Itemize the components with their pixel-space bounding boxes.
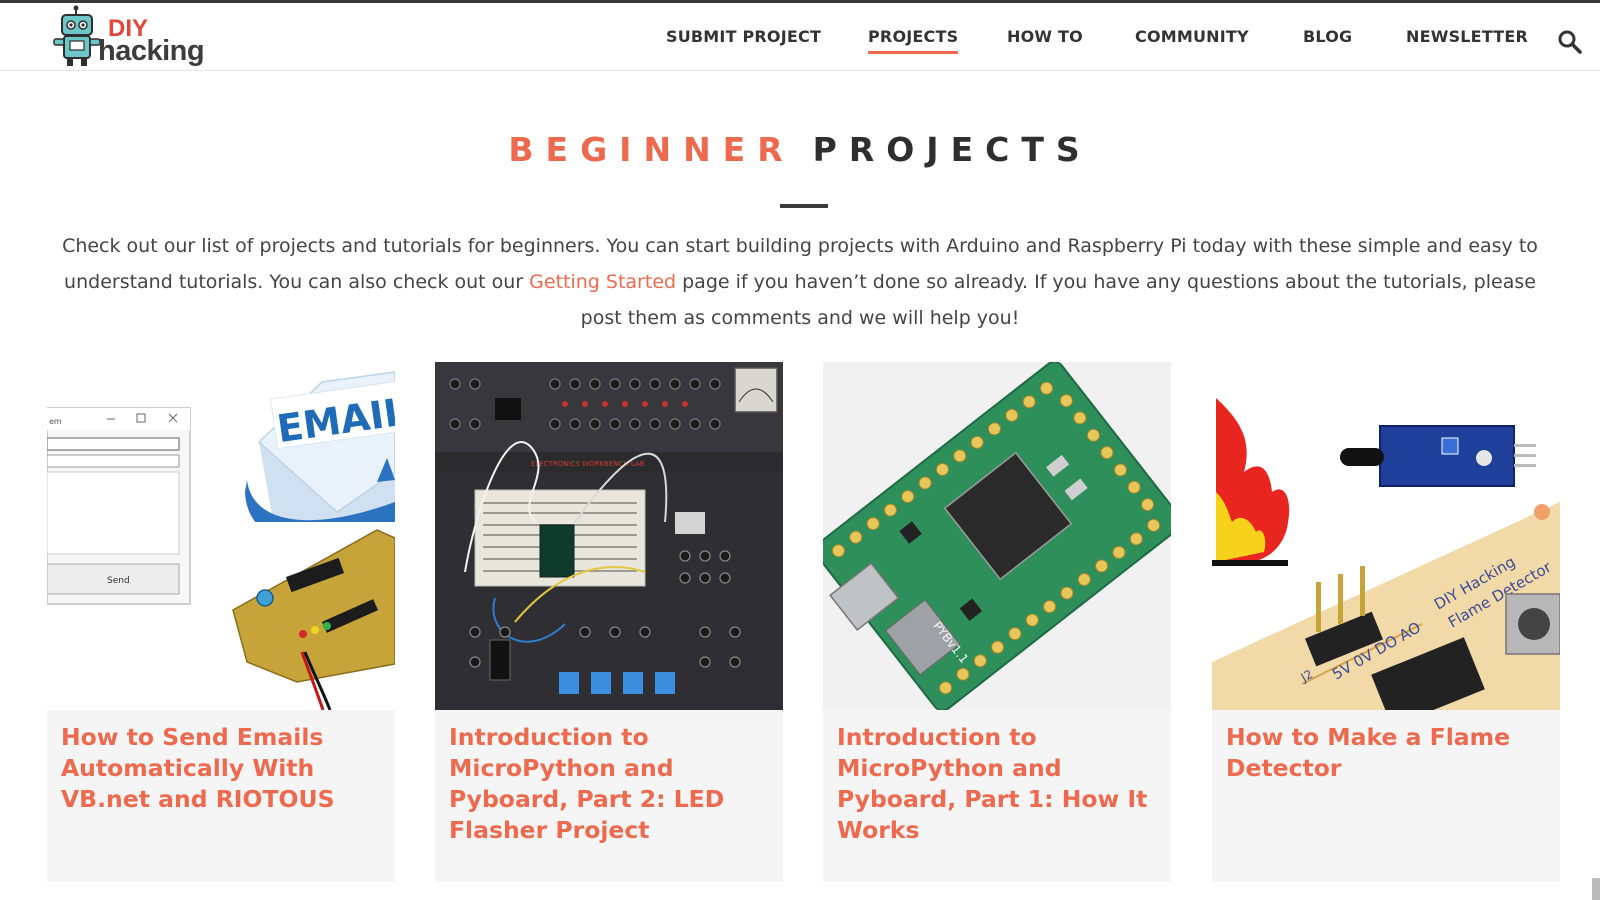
page-title: BEGINNER PROJECTS [0,130,1600,169]
page-title-main: PROJECTS [812,130,1092,169]
nav-item-how-to[interactable]: HOW TO [1007,27,1083,46]
card-thumbnail-flame-detector[interactable]: DIY Hacking Flame Detector 5V 0V DO AO J… [1212,362,1560,710]
pyboard-photo: PYBv1.1 [823,362,1171,710]
dialog-send-text: Send [107,576,130,586]
intro-text-after: page if you haven’t done so already. If … [580,271,1536,329]
card-thumbnail-email[interactable]: em Send EMAIL [47,362,395,710]
dialog-title: em [49,417,62,426]
email-illustration: em Send EMAIL [47,362,395,710]
card-title[interactable]: How to Make a Flame Detector [1226,722,1546,784]
scrollbar-thumb[interactable] [1592,878,1600,900]
nav-item-community[interactable]: COMMUNITY [1135,27,1249,46]
site-header: DIY hacking SUBMIT PROJECT PROJECTS HOW … [0,3,1600,71]
project-card-led-flasher[interactable]: ELECTRONICS WORKBENCH LAB Introduction t… [435,362,783,882]
project-card-flame-detector[interactable]: DIY Hacking Flame Detector 5V 0V DO AO J… [1212,362,1560,882]
project-card-pyboard-how-it-works[interactable]: PYBv1.1 Introduction to MicroPython and … [823,362,1171,882]
project-card-send-emails[interactable]: em Send EMAIL How to Send Emails Automat… [47,362,395,882]
nav-item-submit-project[interactable]: SUBMIT PROJECT [666,27,821,46]
lab-panel-photo: ELECTRONICS WORKBENCH LAB [435,362,783,710]
nav-item-projects[interactable]: PROJECTS [868,27,959,54]
site-logo[interactable]: DIY hacking [52,5,212,71]
logo-text-hacking: hacking [98,35,205,67]
nav-item-blog[interactable]: BLOG [1303,27,1352,46]
search-icon[interactable] [1557,29,1583,55]
getting-started-link[interactable]: Getting Started [529,271,676,293]
card-thumbnail-led-flasher[interactable]: ELECTRONICS WORKBENCH LAB [435,362,783,710]
flame-detector-photo: DIY Hacking Flame Detector 5V 0V DO AO J… [1212,362,1560,710]
card-thumbnail-pyboard[interactable]: PYBv1.1 [823,362,1171,710]
nav-item-newsletter[interactable]: NEWSLETTER [1406,27,1528,46]
card-title[interactable]: Introduction to MicroPython and Pyboard,… [449,722,769,846]
page-title-accent: BEGINNER [508,130,795,169]
card-title[interactable]: How to Send Emails Automatically With VB… [61,722,381,815]
intro-paragraph: Check out our list of projects and tutor… [50,228,1550,336]
card-title[interactable]: Introduction to MicroPython and Pyboard,… [837,722,1157,846]
title-divider [780,204,828,208]
